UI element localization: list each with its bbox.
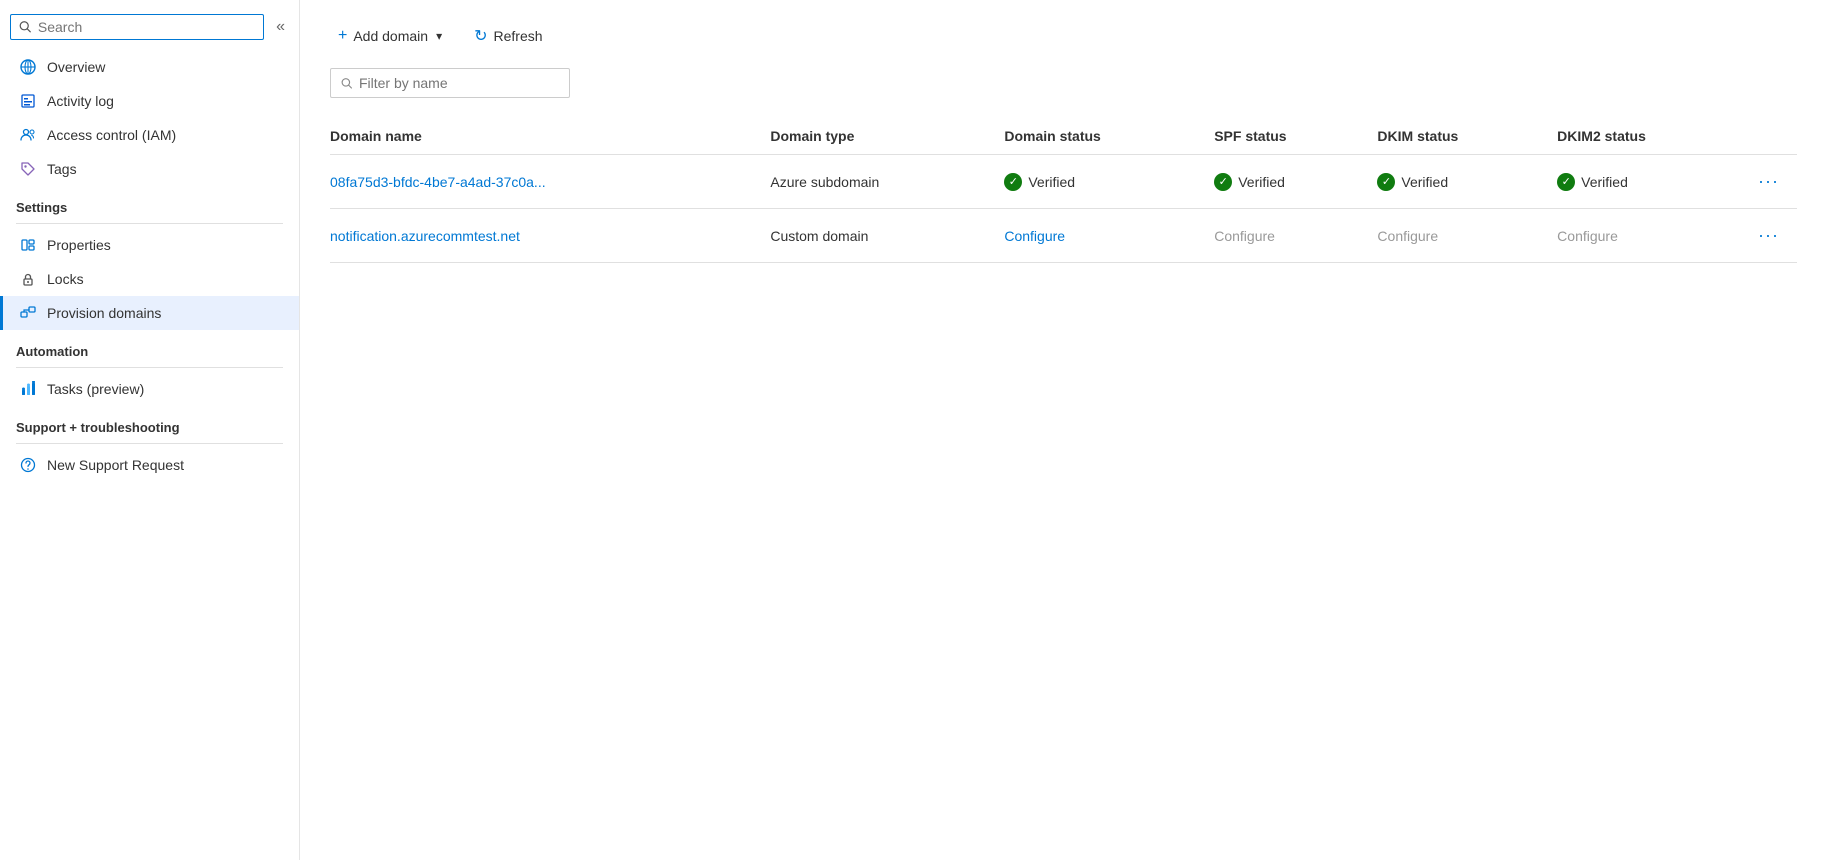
dkim-status-text-1: Verified [1401, 174, 1448, 190]
domain-name-cell-1[interactable]: 08fa75d3-bfdc-4be7-a4ad-37c0a... [330, 155, 770, 209]
col-header-spf-status: SPF status [1214, 118, 1377, 155]
dkim-check-icon: ✓ [1377, 173, 1395, 191]
more-options-button-1[interactable]: ··· [1752, 169, 1785, 194]
table-row: 08fa75d3-bfdc-4be7-a4ad-37c0a... Azure s… [330, 155, 1797, 209]
sidebar-item-label-tags: Tags [47, 161, 77, 177]
sidebar-item-tags[interactable]: Tags [0, 152, 299, 186]
sidebar-item-activity-log[interactable]: Activity log [0, 84, 299, 118]
settings-section-header: Settings [0, 186, 299, 219]
sidebar-search-box[interactable] [10, 14, 264, 40]
table-row: notification.azurecommtest.net Custom do… [330, 209, 1797, 263]
spf-status-cell-1: ✓ Verified [1214, 155, 1377, 209]
domain-status-cell-1: ✓ Verified [1004, 155, 1214, 209]
chevron-down-icon: ▾ [436, 29, 442, 43]
add-domain-label: Add domain [353, 28, 428, 44]
filter-row [330, 68, 1797, 98]
refresh-button[interactable]: ↻ Refresh [466, 20, 550, 52]
col-header-dkim2-status: DKIM2 status [1557, 118, 1752, 155]
domain-name-cell-2[interactable]: notification.azurecommtest.net [330, 209, 770, 263]
add-domain-button[interactable]: + Add domain ▾ [330, 21, 450, 51]
spf-status-cell-2: Configure [1214, 209, 1377, 263]
lock-icon [19, 270, 37, 288]
dkim2-status-verified-1: ✓ Verified [1557, 173, 1740, 191]
domain-name-link-1[interactable]: 08fa75d3-bfdc-4be7-a4ad-37c0a... [330, 174, 546, 190]
dkim-status-cell-2: Configure [1377, 209, 1557, 263]
domain-status-verified-1: ✓ Verified [1004, 173, 1202, 191]
collapse-sidebar-button[interactable]: « [272, 16, 289, 38]
spf-status-verified-1: ✓ Verified [1214, 173, 1365, 191]
refresh-icon: ↻ [474, 26, 487, 46]
dkim-status-verified-1: ✓ Verified [1377, 173, 1545, 191]
bars-icon [19, 236, 37, 254]
col-header-domain-status: Domain status [1004, 118, 1214, 155]
sidebar-item-label-locks: Locks [47, 271, 84, 287]
sidebar-search-input[interactable] [38, 19, 255, 35]
more-options-button-2[interactable]: ··· [1752, 223, 1785, 248]
dkim2-status-text-1: Verified [1581, 174, 1628, 190]
domain-type-cell-1: Azure subdomain [770, 155, 1004, 209]
spf-check-icon: ✓ [1214, 173, 1232, 191]
col-header-domain-type: Domain type [770, 118, 1004, 155]
sidebar-item-label-iam: Access control (IAM) [47, 127, 176, 143]
tag-icon [19, 160, 37, 178]
settings-divider [16, 223, 283, 224]
domain-type-cell-2: Custom domain [770, 209, 1004, 263]
verified-check-icon: ✓ [1004, 173, 1022, 191]
list-icon [19, 92, 37, 110]
col-header-more [1752, 118, 1797, 155]
sidebar-item-provision-domains[interactable]: Provision domains [0, 296, 299, 330]
dkim-status-configure-2: Configure [1377, 228, 1438, 244]
toolbar: + Add domain ▾ ↻ Refresh [330, 20, 1797, 52]
domain-table: Domain name Domain type Domain status SP… [330, 118, 1797, 263]
dkim-status-cell-1: ✓ Verified [1377, 155, 1557, 209]
dkim2-check-icon: ✓ [1557, 173, 1575, 191]
globe-icon [19, 58, 37, 76]
filter-by-name-input[interactable] [359, 75, 559, 91]
domain-icon [19, 304, 37, 322]
sidebar-item-label-activity-log: Activity log [47, 93, 114, 109]
col-header-dkim-status: DKIM status [1377, 118, 1557, 155]
support-section-header: Support + troubleshooting [0, 406, 299, 439]
domain-name-link-2[interactable]: notification.azurecommtest.net [330, 228, 520, 244]
main-content: + Add domain ▾ ↻ Refresh Domain name Dom… [300, 0, 1827, 860]
sidebar: « Overview Activity log [0, 0, 300, 860]
filter-search-icon [341, 77, 353, 90]
people-icon [19, 126, 37, 144]
sidebar-item-access-control[interactable]: Access control (IAM) [0, 118, 299, 152]
sidebar-item-label-properties: Properties [47, 237, 111, 253]
search-icon [19, 20, 32, 34]
domain-status-cell-2[interactable]: Configure [1004, 209, 1214, 263]
domain-status-text-1: Verified [1028, 174, 1075, 190]
sidebar-item-label-tasks: Tasks (preview) [47, 381, 144, 397]
sidebar-item-new-support[interactable]: New Support Request [0, 448, 299, 482]
sidebar-item-label-overview: Overview [47, 59, 105, 75]
dkim2-status-cell-2: Configure [1557, 209, 1752, 263]
sidebar-item-properties[interactable]: Properties [0, 228, 299, 262]
tasks-icon [19, 380, 37, 398]
add-icon: + [338, 27, 347, 45]
help-icon [19, 456, 37, 474]
sidebar-item-tasks[interactable]: Tasks (preview) [0, 372, 299, 406]
automation-divider [16, 367, 283, 368]
automation-section-header: Automation [0, 330, 299, 363]
filter-input-box[interactable] [330, 68, 570, 98]
sidebar-item-locks[interactable]: Locks [0, 262, 299, 296]
dkim2-status-configure-2: Configure [1557, 228, 1618, 244]
spf-status-text-1: Verified [1238, 174, 1285, 190]
sidebar-item-label-provision-domains: Provision domains [47, 305, 161, 321]
support-divider [16, 443, 283, 444]
sidebar-search-row: « [0, 8, 299, 50]
spf-status-configure-2: Configure [1214, 228, 1275, 244]
sidebar-item-overview[interactable]: Overview [0, 50, 299, 84]
domain-status-configure-link[interactable]: Configure [1004, 228, 1065, 244]
col-header-domain-name: Domain name [330, 118, 770, 155]
dkim2-status-cell-1: ✓ Verified [1557, 155, 1752, 209]
refresh-label: Refresh [494, 28, 543, 44]
more-options-cell-2[interactable]: ··· [1752, 209, 1797, 263]
more-options-cell-1[interactable]: ··· [1752, 155, 1797, 209]
sidebar-item-label-new-support: New Support Request [47, 457, 184, 473]
